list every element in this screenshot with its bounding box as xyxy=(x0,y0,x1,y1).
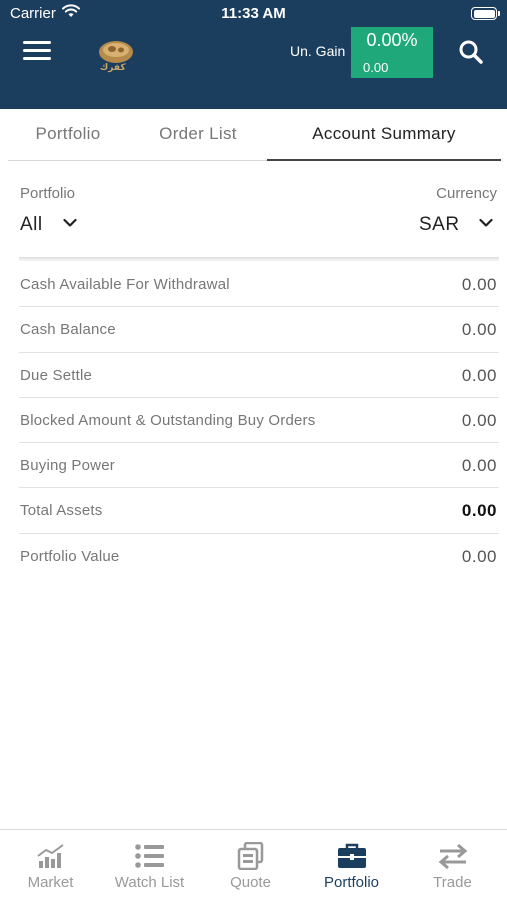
buying-power-value: 0.00 xyxy=(461,456,497,476)
cash-balance-value: 0.00 xyxy=(461,320,497,340)
due-settle-value: 0.00 xyxy=(461,365,497,385)
total-assets-value: 0.00 xyxy=(461,501,497,521)
logo-text: كفرك xyxy=(100,62,126,72)
portfolio-value-value: 0.00 xyxy=(461,546,497,566)
nav-watch-list[interactable]: Watch List xyxy=(99,830,200,900)
briefcase-icon xyxy=(337,843,366,868)
search-icon[interactable] xyxy=(458,39,484,65)
summary-row: Blocked Amount & Outstanding Buy Orders … xyxy=(19,398,499,444)
unrealized-gain-value: 0.00 xyxy=(363,60,389,75)
unrealized-gain-percent: 0.00% xyxy=(366,30,418,50)
nav-portfolio-label: Portfolio xyxy=(323,874,380,891)
cash-balance-label: Cash Balance xyxy=(20,321,116,339)
menu-icon[interactable] xyxy=(23,41,51,63)
summary-row: Cash Balance 0.00 xyxy=(19,307,499,353)
battery-icon xyxy=(471,7,500,20)
nav-quote[interactable]: Quote xyxy=(200,830,301,900)
tab-portfolio[interactable]: Portfolio xyxy=(8,110,128,161)
blocked-amount-value: 0.00 xyxy=(461,410,497,430)
quote-icon xyxy=(237,842,263,870)
list-icon xyxy=(134,844,164,868)
due-settle-label: Due Settle xyxy=(20,366,93,384)
blocked-amount-label: Blocked Amount & Outstanding Buy Orders xyxy=(20,411,316,429)
nav-quote-label: Quote xyxy=(230,874,271,891)
chart-icon xyxy=(36,844,64,868)
summary-row: Due Settle 0.00 xyxy=(19,353,499,398)
portfolio-value-label: Portfolio Value xyxy=(20,547,120,565)
portfolio-filter-label: Portfolio xyxy=(20,185,76,202)
summary-row: Cash Available For Withdrawal 0.00 xyxy=(19,262,499,308)
nav-portfolio[interactable]: Portfolio xyxy=(301,830,402,900)
summary-row: Buying Power 0.00 xyxy=(19,443,499,489)
summary-row: Portfolio Value 0.00 xyxy=(19,534,499,579)
cash-available-value: 0.00 xyxy=(461,275,497,294)
tab-bar: Portfolio Order List Account Summary xyxy=(8,110,501,161)
currency-filter-label: Currency xyxy=(436,185,497,202)
chevron-down-icon[interactable] xyxy=(479,218,493,228)
nav-watch-list-label: Watch List xyxy=(114,874,185,891)
summary-row: Total Assets 0.00 xyxy=(19,488,499,534)
app-header: Carrier 11:33 AM كفرك Un. Gain 0.00% 0.0… xyxy=(0,0,507,109)
cash-available-label: Cash Available For Withdrawal xyxy=(20,276,230,293)
unrealized-gain-label: Un. Gain xyxy=(290,43,346,59)
account-summary-list: Cash Available For Withdrawal 0.00 Cash … xyxy=(19,262,499,579)
nav-market[interactable]: Market xyxy=(0,830,101,900)
clock: 11:33 AM xyxy=(221,5,286,22)
tab-account-summary[interactable]: Account Summary xyxy=(267,110,501,161)
bottom-tab-bar: Market Watch List Quote Portfolio Trade xyxy=(0,829,507,900)
exchange-icon xyxy=(438,843,467,870)
currency-dropdown[interactable]: SAR xyxy=(419,214,460,236)
status-bar: Carrier 11:33 AM xyxy=(0,0,507,28)
portfolio-dropdown[interactable]: All xyxy=(20,214,43,236)
tab-order-list[interactable]: Order List xyxy=(138,110,258,161)
nav-market-label: Market xyxy=(27,874,74,891)
nav-trade-label: Trade xyxy=(433,874,472,891)
buying-power-label: Buying Power xyxy=(20,457,115,475)
total-assets-label: Total Assets xyxy=(20,502,103,520)
unrealized-gain-badge: 0.00% 0.00 xyxy=(351,27,433,78)
nav-trade[interactable]: Trade xyxy=(402,830,503,900)
chevron-down-icon[interactable] xyxy=(63,218,77,228)
